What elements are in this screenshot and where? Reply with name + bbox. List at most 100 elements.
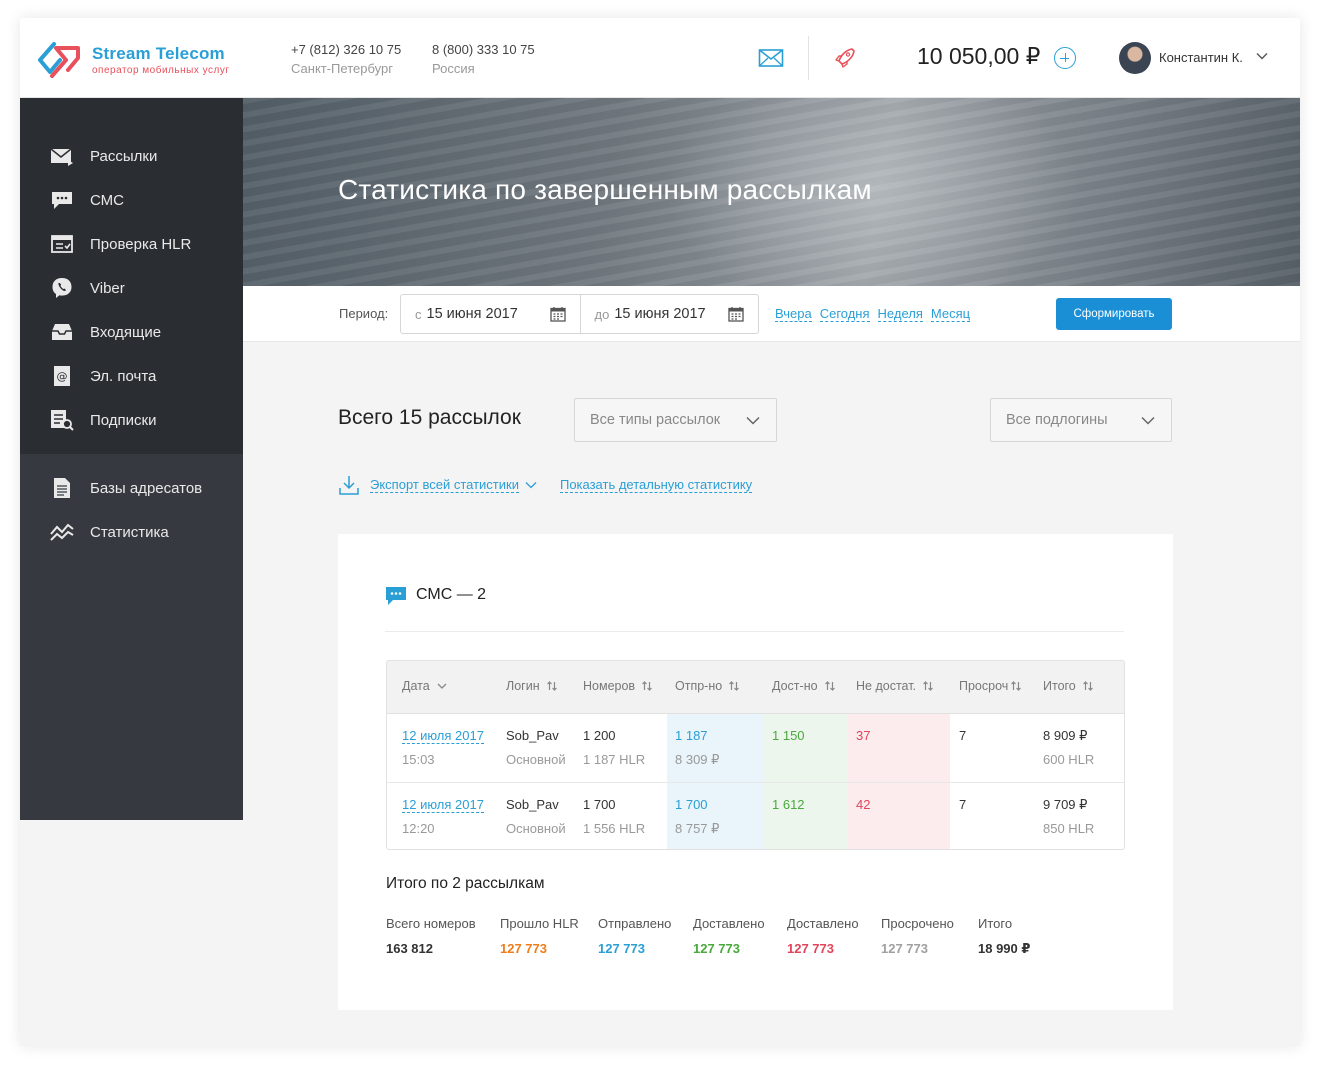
column-label: Не достат. xyxy=(856,679,917,693)
phone-city: Россия xyxy=(432,61,475,76)
chevron-down-icon xyxy=(746,416,760,425)
address-book-icon xyxy=(54,478,70,498)
add-balance-icon[interactable] xyxy=(1054,47,1076,69)
quick-period-links: Вчера Сегодня Неделя Месяц xyxy=(775,306,971,322)
calendar-icon[interactable] xyxy=(549,306,566,322)
sidebar-item-label: Viber xyxy=(90,279,125,297)
brand-name: Stream Telecom xyxy=(92,44,225,63)
phone-city: Санкт-Петербург xyxy=(291,61,393,76)
date-to-prefix: до xyxy=(594,306,610,322)
total-expired: Просрочено 127 773 xyxy=(881,915,954,958)
total-delivered: Доставлено 127 773 xyxy=(693,915,765,958)
row-time: 12:20 xyxy=(402,821,435,836)
totals-title: Итого по 2 рассылкам xyxy=(386,875,545,892)
date-to-value: 15 июня 2017 xyxy=(614,306,706,322)
avatar[interactable] xyxy=(1119,42,1151,74)
rocket-icon[interactable] xyxy=(832,46,858,70)
cell-numbers: 1 200 1 187 HLR xyxy=(583,724,645,772)
cell-login: Sob_Pav Основной xyxy=(506,793,566,841)
top-header: Stream Telecom оператор мобильных услуг … xyxy=(20,18,1300,98)
page-title: Статистика по завершенным рассылкам xyxy=(338,174,872,205)
total-not-delivered: Доставлено 127 773 xyxy=(787,915,859,958)
sidebar-item-viber[interactable]: Viber xyxy=(20,266,243,310)
column-header-date[interactable]: Дата xyxy=(402,679,448,693)
chevron-down-icon[interactable] xyxy=(1256,52,1268,60)
envelope-icon[interactable] xyxy=(758,46,784,70)
sidebar-item-address-bases[interactable]: Базы адресатов xyxy=(20,466,243,510)
date-from-prefix: с xyxy=(415,306,422,322)
user-name[interactable]: Константин К. xyxy=(1159,50,1243,65)
card-title: СМС — 2 xyxy=(416,586,487,603)
row-sent-sum: 8 757 ₽ xyxy=(675,821,720,836)
cell-total: 9 709 ₽ 850 HLR xyxy=(1043,793,1094,841)
table-header: Дата Логин Номеров Отпр-но Дост-но Не до… xyxy=(387,661,1124,714)
app-window: Stream Telecom оператор мобильных услуг … xyxy=(20,18,1300,1046)
subscriptions-icon xyxy=(51,410,74,431)
column-label: Логин xyxy=(506,679,540,693)
sort-icon xyxy=(546,681,557,691)
link-week[interactable]: Неделя xyxy=(877,306,923,322)
cell-expired: 7 xyxy=(959,728,967,743)
chevron-down-icon xyxy=(437,683,447,689)
total-sum: Итого 18 990 ₽ xyxy=(978,915,1030,958)
logo[interactable]: Stream Telecom оператор мобильных услуг xyxy=(34,38,229,82)
total-label: Итого xyxy=(978,916,1013,931)
sidebar-item-label: Рассылки xyxy=(90,147,158,165)
chevron-down-icon[interactable] xyxy=(525,481,537,489)
sidebar-item-statistics[interactable]: Статистика xyxy=(20,510,243,554)
sidebar-item-subscriptions[interactable]: Подписки xyxy=(20,398,243,442)
sublogin-select[interactable]: Все подлогины xyxy=(990,398,1172,442)
row-login: Sob_Pav xyxy=(506,728,559,743)
column-header-total[interactable]: Итого xyxy=(1043,679,1094,693)
cell-date: 12 июля 2017 15:03 xyxy=(402,724,484,772)
link-yesterday[interactable]: Вчера xyxy=(775,306,812,322)
column-label: Дост-но xyxy=(772,679,818,693)
sidebar-item-label: Статистика xyxy=(90,523,169,541)
column-label: Просроч xyxy=(959,679,1009,693)
chevron-down-icon xyxy=(1141,416,1155,425)
column-header-sent[interactable]: Отпр-но xyxy=(675,679,740,693)
phone-number: 8 (800) 333 10 75 xyxy=(432,42,535,57)
export-statistics-link[interactable]: Экспорт всей статистики xyxy=(370,477,519,493)
cell-login: Sob_Pav Основной xyxy=(506,724,566,772)
brand-tagline: оператор мобильных услуг xyxy=(92,65,230,76)
table-row: 12 июля 2017 15:03 Sob_Pav Основной 1 20… xyxy=(387,714,1124,782)
link-today[interactable]: Сегодня xyxy=(819,306,870,322)
card-header: СМС — 2 xyxy=(385,584,486,606)
row-numbers-hlr: 1 187 HLR xyxy=(583,752,646,767)
date-to-field[interactable]: до 15 июня 2017 xyxy=(579,295,759,333)
date-from-field[interactable]: с 15 июня 2017 xyxy=(401,295,580,333)
cell-expired: 7 xyxy=(959,797,967,812)
row-date-link[interactable]: 12 июля 2017 xyxy=(402,797,484,813)
row-sent-sum: 8 309 ₽ xyxy=(675,752,720,767)
column-header-expired[interactable]: Просроч xyxy=(959,679,1022,693)
generate-button[interactable]: Сформировать xyxy=(1056,298,1172,330)
show-detailed-statistics-link[interactable]: Показать детальную статистику xyxy=(559,477,753,493)
total-sent: Отправлено 127 773 xyxy=(598,915,671,958)
sidebar-item-hlr[interactable]: Проверка HLR xyxy=(20,222,243,266)
row-date-link[interactable]: 12 июля 2017 xyxy=(402,728,484,744)
total-label: Прошло HLR xyxy=(500,916,579,931)
column-header-delivered[interactable]: Дост-но xyxy=(772,679,836,693)
sort-icon xyxy=(729,681,740,691)
column-header-not-delivered[interactable]: Не достат. xyxy=(856,679,934,693)
download-icon[interactable] xyxy=(338,474,360,496)
row-login: Sob_Pav xyxy=(506,797,559,812)
calendar-icon[interactable] xyxy=(728,306,744,322)
sidebar-item-sms[interactable]: СМС xyxy=(20,178,243,222)
mailing-type-select[interactable]: Все типы рассылок xyxy=(574,398,777,442)
column-header-numbers[interactable]: Номеров xyxy=(583,679,653,693)
total-value: 163 812 xyxy=(386,941,433,956)
total-value: 127 773 xyxy=(598,941,645,956)
link-month[interactable]: Месяц xyxy=(930,306,971,322)
sidebar-item-inbox[interactable]: Входящие xyxy=(20,310,243,354)
sidebar-item-email[interactable]: @ Эл. почта xyxy=(20,354,243,398)
row-time: 15:03 xyxy=(402,752,435,767)
phone-russia[interactable]: 8 (800) 333 10 75 Россия xyxy=(432,40,535,78)
cell-not-delivered: 42 xyxy=(856,797,871,812)
total-numbers: Всего номеров 163 812 xyxy=(386,915,476,958)
phone-number: +7 (812) 326 10 75 xyxy=(291,42,402,57)
phone-spb[interactable]: +7 (812) 326 10 75 Санкт-Петербург xyxy=(291,40,401,78)
sidebar-item-mailings[interactable]: Рассылки xyxy=(20,134,243,178)
column-header-login[interactable]: Логин xyxy=(506,679,558,693)
